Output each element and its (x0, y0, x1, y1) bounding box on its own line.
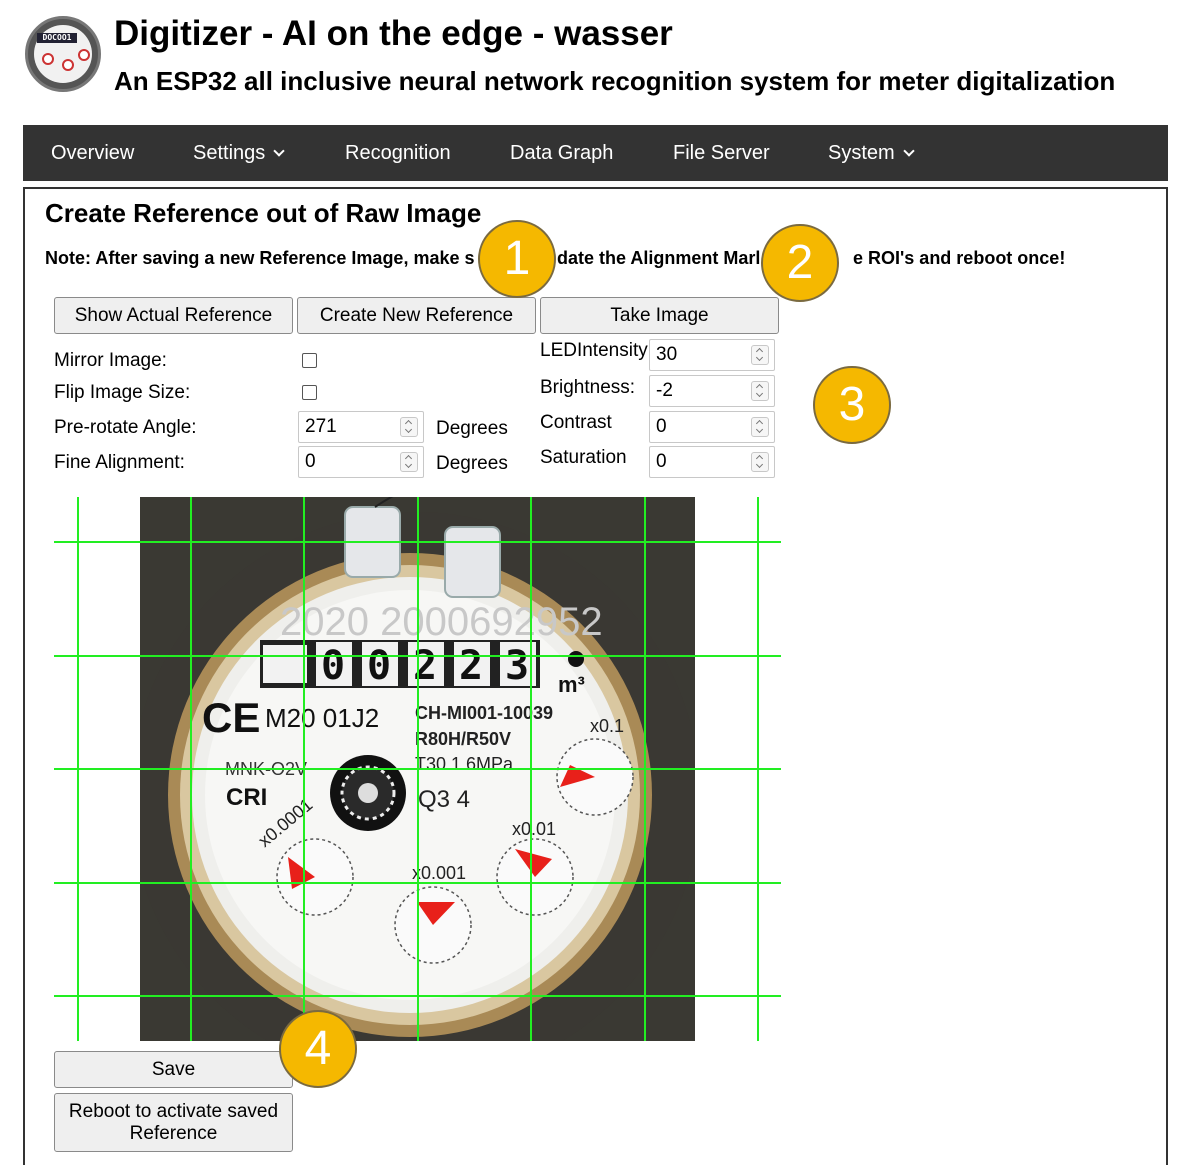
reboot-button[interactable]: Reboot to activate saved Reference (54, 1093, 293, 1152)
alignment-grid (54, 497, 781, 1041)
reboot-button-line1: Reboot to activate saved (68, 1100, 279, 1122)
callout-badge-3: 3 (813, 366, 891, 444)
callout-badge-2: 2 (761, 224, 839, 302)
reboot-button-line2: Reference (129, 1122, 218, 1144)
save-button[interactable]: Save (54, 1051, 293, 1088)
callout-badge-1: 1 (478, 220, 556, 298)
callout-badge-4: 4 (279, 1010, 357, 1088)
